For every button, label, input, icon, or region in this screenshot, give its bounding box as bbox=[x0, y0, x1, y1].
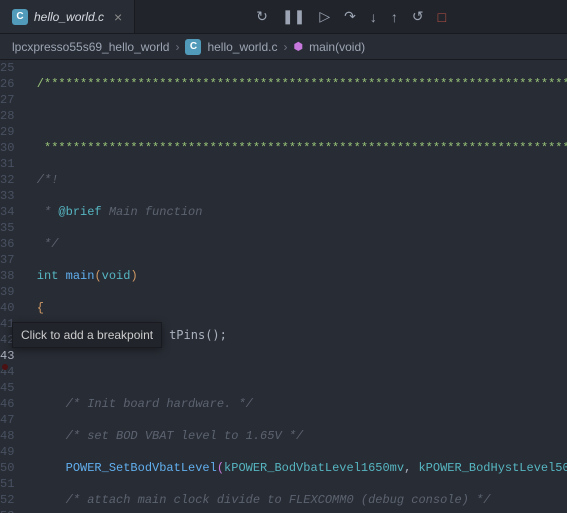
reverse-button[interactable]: ↺ bbox=[410, 6, 426, 27]
line-number[interactable]: 48 bbox=[0, 428, 14, 444]
line-number[interactable]: 25 bbox=[0, 60, 14, 76]
breadcrumb-file[interactable]: hello_world.c bbox=[207, 40, 277, 54]
line-number[interactable]: 30 bbox=[0, 140, 14, 156]
tab-filename: hello_world.c bbox=[34, 10, 104, 24]
breadcrumb-project[interactable]: lpcxpresso55s69_hello_world bbox=[12, 40, 169, 54]
breakpoint-tooltip: Click to add a breakpoint bbox=[12, 322, 162, 348]
step-out-button[interactable]: ↑ bbox=[389, 7, 400, 27]
line-number[interactable]: 32 bbox=[0, 172, 14, 188]
line-number[interactable]: 53 bbox=[0, 508, 14, 513]
code-editor[interactable]: Click to add a breakpoint 25262728293031… bbox=[0, 60, 567, 513]
line-number[interactable]: 49 bbox=[0, 444, 14, 460]
line-number[interactable]: 35 bbox=[0, 220, 14, 236]
step-over-button[interactable]: ↷ bbox=[342, 6, 358, 27]
c-file-icon: C bbox=[185, 39, 201, 55]
line-number[interactable]: 51 bbox=[0, 476, 14, 492]
code-area[interactable]: /***************************************… bbox=[22, 60, 567, 513]
close-icon[interactable]: × bbox=[114, 9, 122, 25]
step-into-button[interactable]: ↓ bbox=[368, 7, 379, 27]
line-number[interactable]: 28 bbox=[0, 108, 14, 124]
line-number[interactable]: 52 bbox=[0, 492, 14, 508]
line-number[interactable]: 39 bbox=[0, 284, 14, 300]
line-number[interactable]: 34 bbox=[0, 204, 14, 220]
chevron-right-icon: › bbox=[175, 40, 179, 54]
symbol-icon: ⬢ bbox=[293, 40, 303, 53]
breadcrumb[interactable]: lpcxpresso55s69_hello_world › C hello_wo… bbox=[0, 34, 567, 60]
line-number[interactable]: 27 bbox=[0, 92, 14, 108]
debug-toolbar: ↻ ❚❚ ▷ ↷ ↓ ↑ ↺ □ bbox=[135, 6, 567, 27]
line-number[interactable]: 29 bbox=[0, 124, 14, 140]
line-number[interactable]: 38 bbox=[0, 268, 14, 284]
breadcrumb-symbol[interactable]: main(void) bbox=[309, 40, 365, 54]
line-number[interactable]: 47 bbox=[0, 412, 14, 428]
line-number[interactable]: 43 bbox=[0, 348, 14, 364]
c-file-icon: C bbox=[12, 9, 28, 25]
line-number[interactable]: 31 bbox=[0, 156, 14, 172]
editor-tab[interactable]: C hello_world.c × bbox=[0, 0, 135, 33]
line-number[interactable]: 36 bbox=[0, 236, 14, 252]
line-number[interactable]: 50 bbox=[0, 460, 14, 476]
line-number[interactable]: 26 bbox=[0, 76, 14, 92]
line-number[interactable]: 46 bbox=[0, 396, 14, 412]
line-number[interactable]: 33 bbox=[0, 188, 14, 204]
line-number[interactable]: 45 bbox=[0, 380, 14, 396]
pause-button[interactable]: ❚❚ bbox=[280, 6, 307, 27]
line-number[interactable]: 40 bbox=[0, 300, 14, 316]
breakpoint-hint-icon[interactable] bbox=[2, 364, 8, 370]
line-gutter[interactable]: 2526272829303132333435363738394041424344… bbox=[0, 60, 22, 513]
continue-button[interactable]: ▷ bbox=[317, 6, 332, 27]
line-number[interactable]: 37 bbox=[0, 252, 14, 268]
restart-button[interactable]: ↻ bbox=[254, 6, 270, 27]
stop-button[interactable]: □ bbox=[436, 7, 448, 27]
chevron-right-icon: › bbox=[283, 40, 287, 54]
